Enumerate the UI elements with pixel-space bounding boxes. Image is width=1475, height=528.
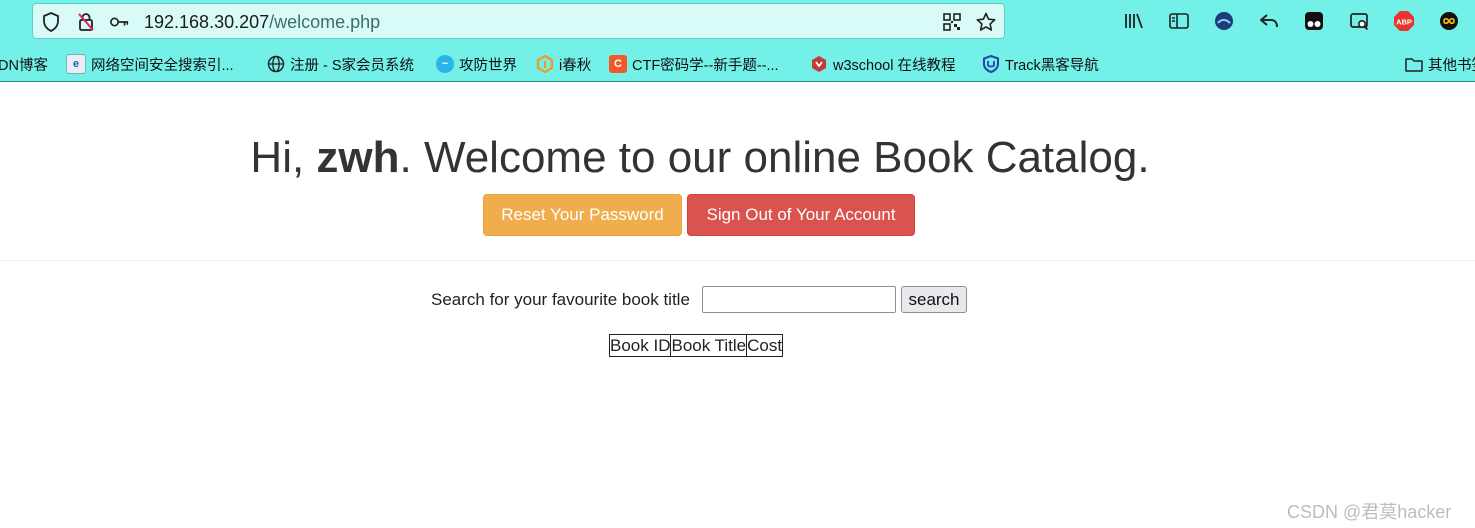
column-header-cost: Cost: [746, 334, 784, 357]
search-label: Search for your favourite book title: [431, 290, 690, 309]
extension-globe-icon[interactable]: [1213, 10, 1235, 32]
bookmark-label: DN博客: [0, 57, 48, 74]
bookmark-track[interactable]: Track黑客导航: [982, 52, 1099, 76]
username: zwh: [316, 133, 400, 182]
url-path: /welcome.php: [269, 12, 381, 32]
bookmark-label: Track黑客导航: [1005, 57, 1099, 74]
adworld-favicon-icon: ~: [436, 55, 454, 73]
bookmark-w3school[interactable]: w3school 在线教程: [810, 52, 955, 76]
bookmark-label: i春秋: [559, 57, 592, 74]
greeting-prefix: Hi,: [250, 133, 317, 182]
bookmark-csdn[interactable]: DN博客: [0, 52, 48, 76]
bookmark-label: 注册 - S家会员系统: [290, 57, 415, 74]
shield-icon[interactable]: [41, 12, 61, 32]
search-input[interactable]: [702, 286, 896, 313]
back-arrow-extension-icon[interactable]: [1258, 10, 1280, 32]
w3school-favicon-icon: [810, 55, 828, 73]
bookmark-register[interactable]: 注册 - S家会员系统: [267, 52, 414, 76]
qr-code-icon[interactable]: [942, 12, 962, 32]
screenshot-icon[interactable]: [1348, 10, 1370, 32]
key-icon[interactable]: [110, 12, 130, 32]
book-table: Book ID Book Title Cost: [608, 334, 784, 357]
bookmark-label: 其他书签: [1428, 57, 1475, 74]
track-shield-icon: [982, 55, 1000, 73]
sign-out-button[interactable]: Sign Out of Your Account: [687, 194, 915, 236]
csdn-c-favicon-icon: C: [609, 55, 627, 73]
library-icon[interactable]: [1123, 10, 1145, 32]
greeting-suffix: . Welcome to our online Book Catalog.: [399, 133, 1150, 182]
reset-password-button[interactable]: Reset Your Password: [483, 194, 682, 236]
adblock-plus-icon[interactable]: ABP: [1393, 10, 1415, 32]
tampermonkey-icon[interactable]: [1303, 10, 1325, 32]
bookmarks-bar: DN博客 e 网络空间安全搜索引... 注册 - S家会员系统 ~ 攻防世界 i春秋…: [0, 52, 1475, 76]
watermark: CSDN @君莫hacker: [1287, 502, 1452, 522]
bookmark-label: w3school 在线教程: [833, 57, 956, 74]
search-engine-favicon-icon: e: [66, 54, 86, 74]
ichunqiu-favicon-icon: [536, 55, 554, 73]
search-button[interactable]: search: [901, 286, 967, 313]
svg-text:ABP: ABP: [1396, 18, 1412, 27]
column-header-book-id: Book ID: [608, 334, 672, 357]
address-bar[interactable]: 192.168.30.207/welcome.php: [32, 3, 1005, 39]
bookmark-ctf-crypto[interactable]: C CTF密码学--新手题--...: [609, 52, 779, 76]
star-bookmark-icon[interactable]: [976, 12, 996, 32]
globe-icon: [267, 55, 285, 73]
chrome-divider: [0, 81, 1475, 82]
insecure-lock-icon[interactable]: [76, 12, 96, 32]
bookmark-label: CTF密码学--新手题--...: [632, 57, 779, 74]
sidebar-icon[interactable]: [1168, 10, 1190, 32]
infinity-extension-icon[interactable]: [1438, 10, 1460, 32]
folder-icon: [1405, 55, 1423, 73]
bookmark-adworld[interactable]: ~ 攻防世界: [436, 52, 517, 76]
bookmark-label: 攻防世界: [459, 57, 517, 74]
url-host: 192.168.30.207: [144, 12, 270, 32]
table-header-row: Book ID Book Title Cost: [608, 334, 784, 357]
welcome-heading: Hi, zwh. Welcome to our online Book Cata…: [0, 132, 1400, 184]
url-text[interactable]: 192.168.30.207/welcome.php: [144, 12, 380, 33]
bookmark-ichunqiu[interactable]: i春秋: [536, 52, 591, 76]
bookmark-other-folder[interactable]: 其他书签: [1405, 52, 1475, 76]
browser-chrome: 192.168.30.207/welcome.php ABP DN博客 e 网络空…: [0, 0, 1475, 82]
bookmark-label: 网络空间安全搜索引...: [91, 57, 234, 74]
divider: [0, 260, 1475, 261]
bookmark-cyberspace-search[interactable]: e 网络空间安全搜索引...: [66, 52, 234, 76]
column-header-book-title: Book Title: [670, 334, 748, 357]
